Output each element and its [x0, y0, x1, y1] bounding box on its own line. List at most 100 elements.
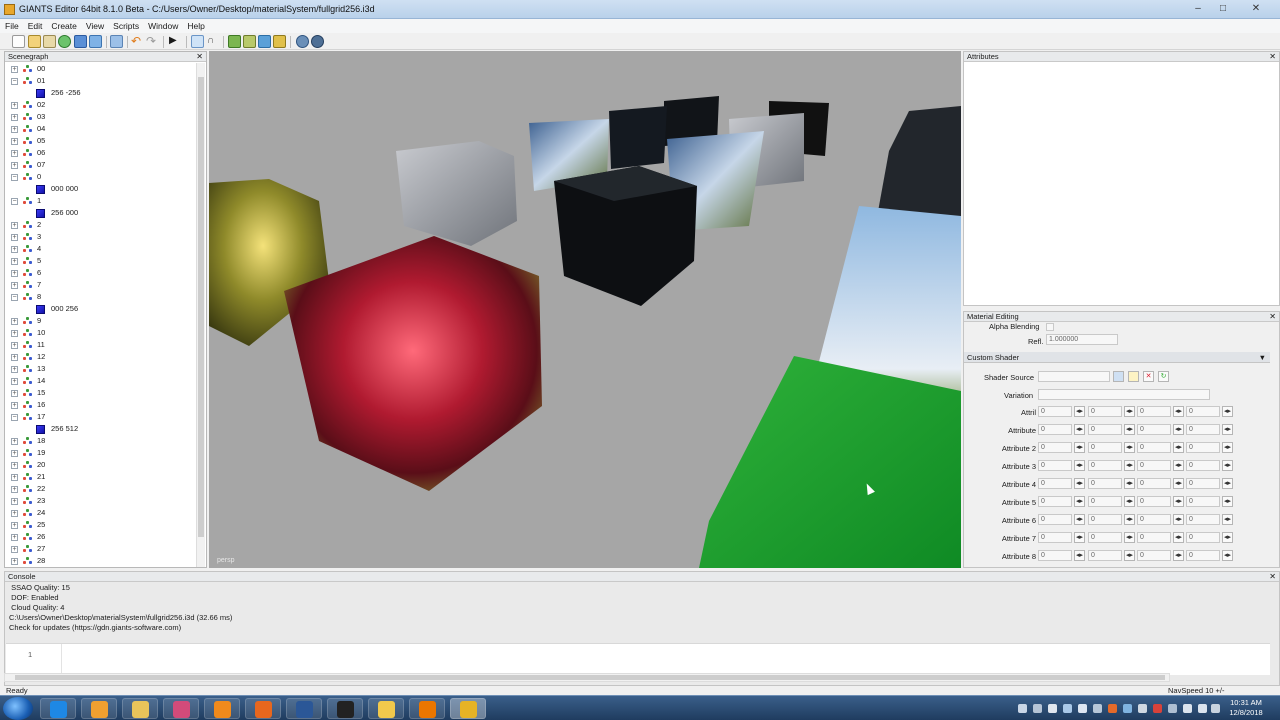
- alpha-blending-checkbox[interactable]: [1046, 323, 1054, 331]
- scenegraph-shape-node[interactable]: 000 256: [5, 303, 195, 315]
- shader-attribute-field[interactable]: 0: [1186, 532, 1220, 543]
- shader-attribute-field[interactable]: 0: [1137, 514, 1171, 525]
- settings-alt-icon[interactable]: [311, 35, 324, 48]
- expand-toggle-icon[interactable]: +: [11, 342, 18, 349]
- shader-attribute-field[interactable]: 0: [1038, 478, 1072, 489]
- scenegraph-transform-node[interactable]: +25: [5, 519, 195, 531]
- scenegraph-transform-node[interactable]: −8: [5, 291, 195, 303]
- collapse-toggle-icon[interactable]: −: [11, 78, 18, 85]
- drag-value-icon[interactable]: ◂▸: [1173, 442, 1184, 453]
- expand-toggle-icon[interactable]: +: [11, 402, 18, 409]
- shader-source-field[interactable]: [1038, 371, 1110, 382]
- shader-attribute-field[interactable]: 0: [1137, 550, 1171, 561]
- taskbar-app-button[interactable]: [286, 698, 322, 719]
- expand-toggle-icon[interactable]: +: [11, 522, 18, 529]
- expand-toggle-icon[interactable]: +: [11, 282, 18, 289]
- drag-value-icon[interactable]: ◂▸: [1074, 406, 1085, 417]
- open-icon[interactable]: [28, 35, 41, 48]
- scenegraph-transform-node[interactable]: +07: [5, 159, 195, 171]
- scenegraph-transform-node[interactable]: +21: [5, 471, 195, 483]
- taskbar-app-button[interactable]: [327, 698, 363, 719]
- drag-value-icon[interactable]: ◂▸: [1222, 532, 1233, 543]
- shader-attribute-field[interactable]: 0: [1088, 550, 1122, 561]
- scenegraph-transform-node[interactable]: − 17: [5, 411, 195, 423]
- shader-attribute-field[interactable]: 0: [1137, 532, 1171, 543]
- shader-attribute-field[interactable]: 0: [1088, 478, 1122, 489]
- undo-icon[interactable]: ↶: [131, 35, 144, 48]
- scenegraph-transform-node[interactable]: +23: [5, 495, 195, 507]
- scenegraph-transform-node[interactable]: +04: [5, 123, 195, 135]
- drag-value-icon[interactable]: ◂▸: [1173, 478, 1184, 489]
- drag-value-icon[interactable]: ◂▸: [1222, 478, 1233, 489]
- terrain-sculpt-icon[interactable]: [243, 35, 256, 48]
- expand-toggle-icon[interactable]: +: [11, 498, 18, 505]
- shader-attribute-field[interactable]: 0: [1088, 496, 1122, 507]
- tray-icon-app[interactable]: [1168, 704, 1177, 713]
- scenegraph-transform-node[interactable]: +27: [5, 543, 195, 555]
- variation-select[interactable]: [1038, 389, 1210, 400]
- scenegraph-scrollbar[interactable]: [196, 63, 205, 567]
- reload-icon[interactable]: [58, 35, 71, 48]
- export-icon[interactable]: [89, 35, 102, 48]
- shader-attribute-field[interactable]: 0: [1088, 424, 1122, 435]
- drag-value-icon[interactable]: ◂▸: [1124, 532, 1135, 543]
- scenegraph-transform-node[interactable]: +26: [5, 531, 195, 543]
- taskbar-app-button[interactable]: [204, 698, 240, 719]
- shader-attribute-field[interactable]: 0: [1038, 514, 1072, 525]
- close-icon[interactable]: ✕: [1269, 572, 1276, 582]
- shader-attribute-field[interactable]: 0: [1088, 442, 1122, 453]
- scenegraph-transform-node[interactable]: −0: [5, 171, 195, 183]
- drag-value-icon[interactable]: ◂▸: [1222, 424, 1233, 435]
- collapse-toggle-icon[interactable]: −: [11, 198, 18, 205]
- drag-value-icon[interactable]: ◂▸: [1074, 532, 1085, 543]
- tray-icon-app[interactable]: [1153, 704, 1162, 713]
- collapse-toggle-icon[interactable]: −: [11, 294, 18, 301]
- expand-toggle-icon[interactable]: +: [11, 162, 18, 169]
- shader-attribute-field[interactable]: 0: [1186, 460, 1220, 471]
- scenegraph-transform-node[interactable]: +20: [5, 459, 195, 471]
- network-icon[interactable]: [1198, 704, 1207, 713]
- tray-icon-app[interactable]: [1138, 704, 1147, 713]
- scenegraph-transform-node[interactable]: +5: [5, 255, 195, 267]
- scenegraph-transform-node[interactable]: +24: [5, 507, 195, 519]
- minimize-button[interactable]: –: [1188, 2, 1208, 15]
- expand-toggle-icon[interactable]: +: [11, 450, 18, 457]
- console-input[interactable]: 1: [6, 643, 1270, 676]
- tray-icon-app[interactable]: [1078, 704, 1087, 713]
- drag-value-icon[interactable]: ◂▸: [1124, 514, 1135, 525]
- new-file-icon[interactable]: [1128, 371, 1139, 382]
- taskbar-app-button[interactable]: [40, 698, 76, 719]
- drag-value-icon[interactable]: ◂▸: [1074, 424, 1085, 435]
- expand-toggle-icon[interactable]: +: [11, 438, 18, 445]
- refresh-icon[interactable]: ↻: [1158, 371, 1169, 382]
- expand-toggle-icon[interactable]: +: [11, 258, 18, 265]
- scenegraph-shape-node[interactable]: 256 -256: [5, 87, 195, 99]
- scenegraph-transform-node[interactable]: +05: [5, 135, 195, 147]
- expand-toggle-icon[interactable]: +: [11, 234, 18, 241]
- shader-attribute-field[interactable]: 0: [1038, 550, 1072, 561]
- taskbar-app-button[interactable]: [81, 698, 117, 719]
- scenegraph-transform-node[interactable]: − 01: [5, 75, 195, 87]
- place-object-icon[interactable]: [273, 35, 286, 48]
- shader-attribute-field[interactable]: 0: [1038, 442, 1072, 453]
- expand-toggle-icon[interactable]: +: [11, 534, 18, 541]
- save-all-icon[interactable]: [74, 35, 87, 48]
- scenegraph-transform-node[interactable]: +6: [5, 267, 195, 279]
- menu-scripts[interactable]: Scripts: [108, 19, 143, 31]
- drag-value-icon[interactable]: ◂▸: [1124, 460, 1135, 471]
- drag-value-icon[interactable]: ◂▸: [1124, 478, 1135, 489]
- shader-attribute-field[interactable]: 0: [1186, 424, 1220, 435]
- drag-value-icon[interactable]: ◂▸: [1173, 514, 1184, 525]
- expand-toggle-icon[interactable]: +: [11, 474, 18, 481]
- drag-value-icon[interactable]: ◂▸: [1222, 496, 1233, 507]
- scenegraph-transform-node[interactable]: +4: [5, 243, 195, 255]
- drag-value-icon[interactable]: ◂▸: [1074, 478, 1085, 489]
- drag-value-icon[interactable]: ◂▸: [1124, 424, 1135, 435]
- shader-attribute-field[interactable]: 0: [1088, 460, 1122, 471]
- tray-icon-app[interactable]: [1108, 704, 1117, 713]
- shader-attribute-field[interactable]: 0: [1186, 442, 1220, 453]
- scenegraph-transform-node[interactable]: +00: [5, 63, 195, 75]
- drag-value-icon[interactable]: ◂▸: [1222, 460, 1233, 471]
- save-icon[interactable]: [43, 35, 56, 48]
- expand-toggle-icon[interactable]: +: [11, 486, 18, 493]
